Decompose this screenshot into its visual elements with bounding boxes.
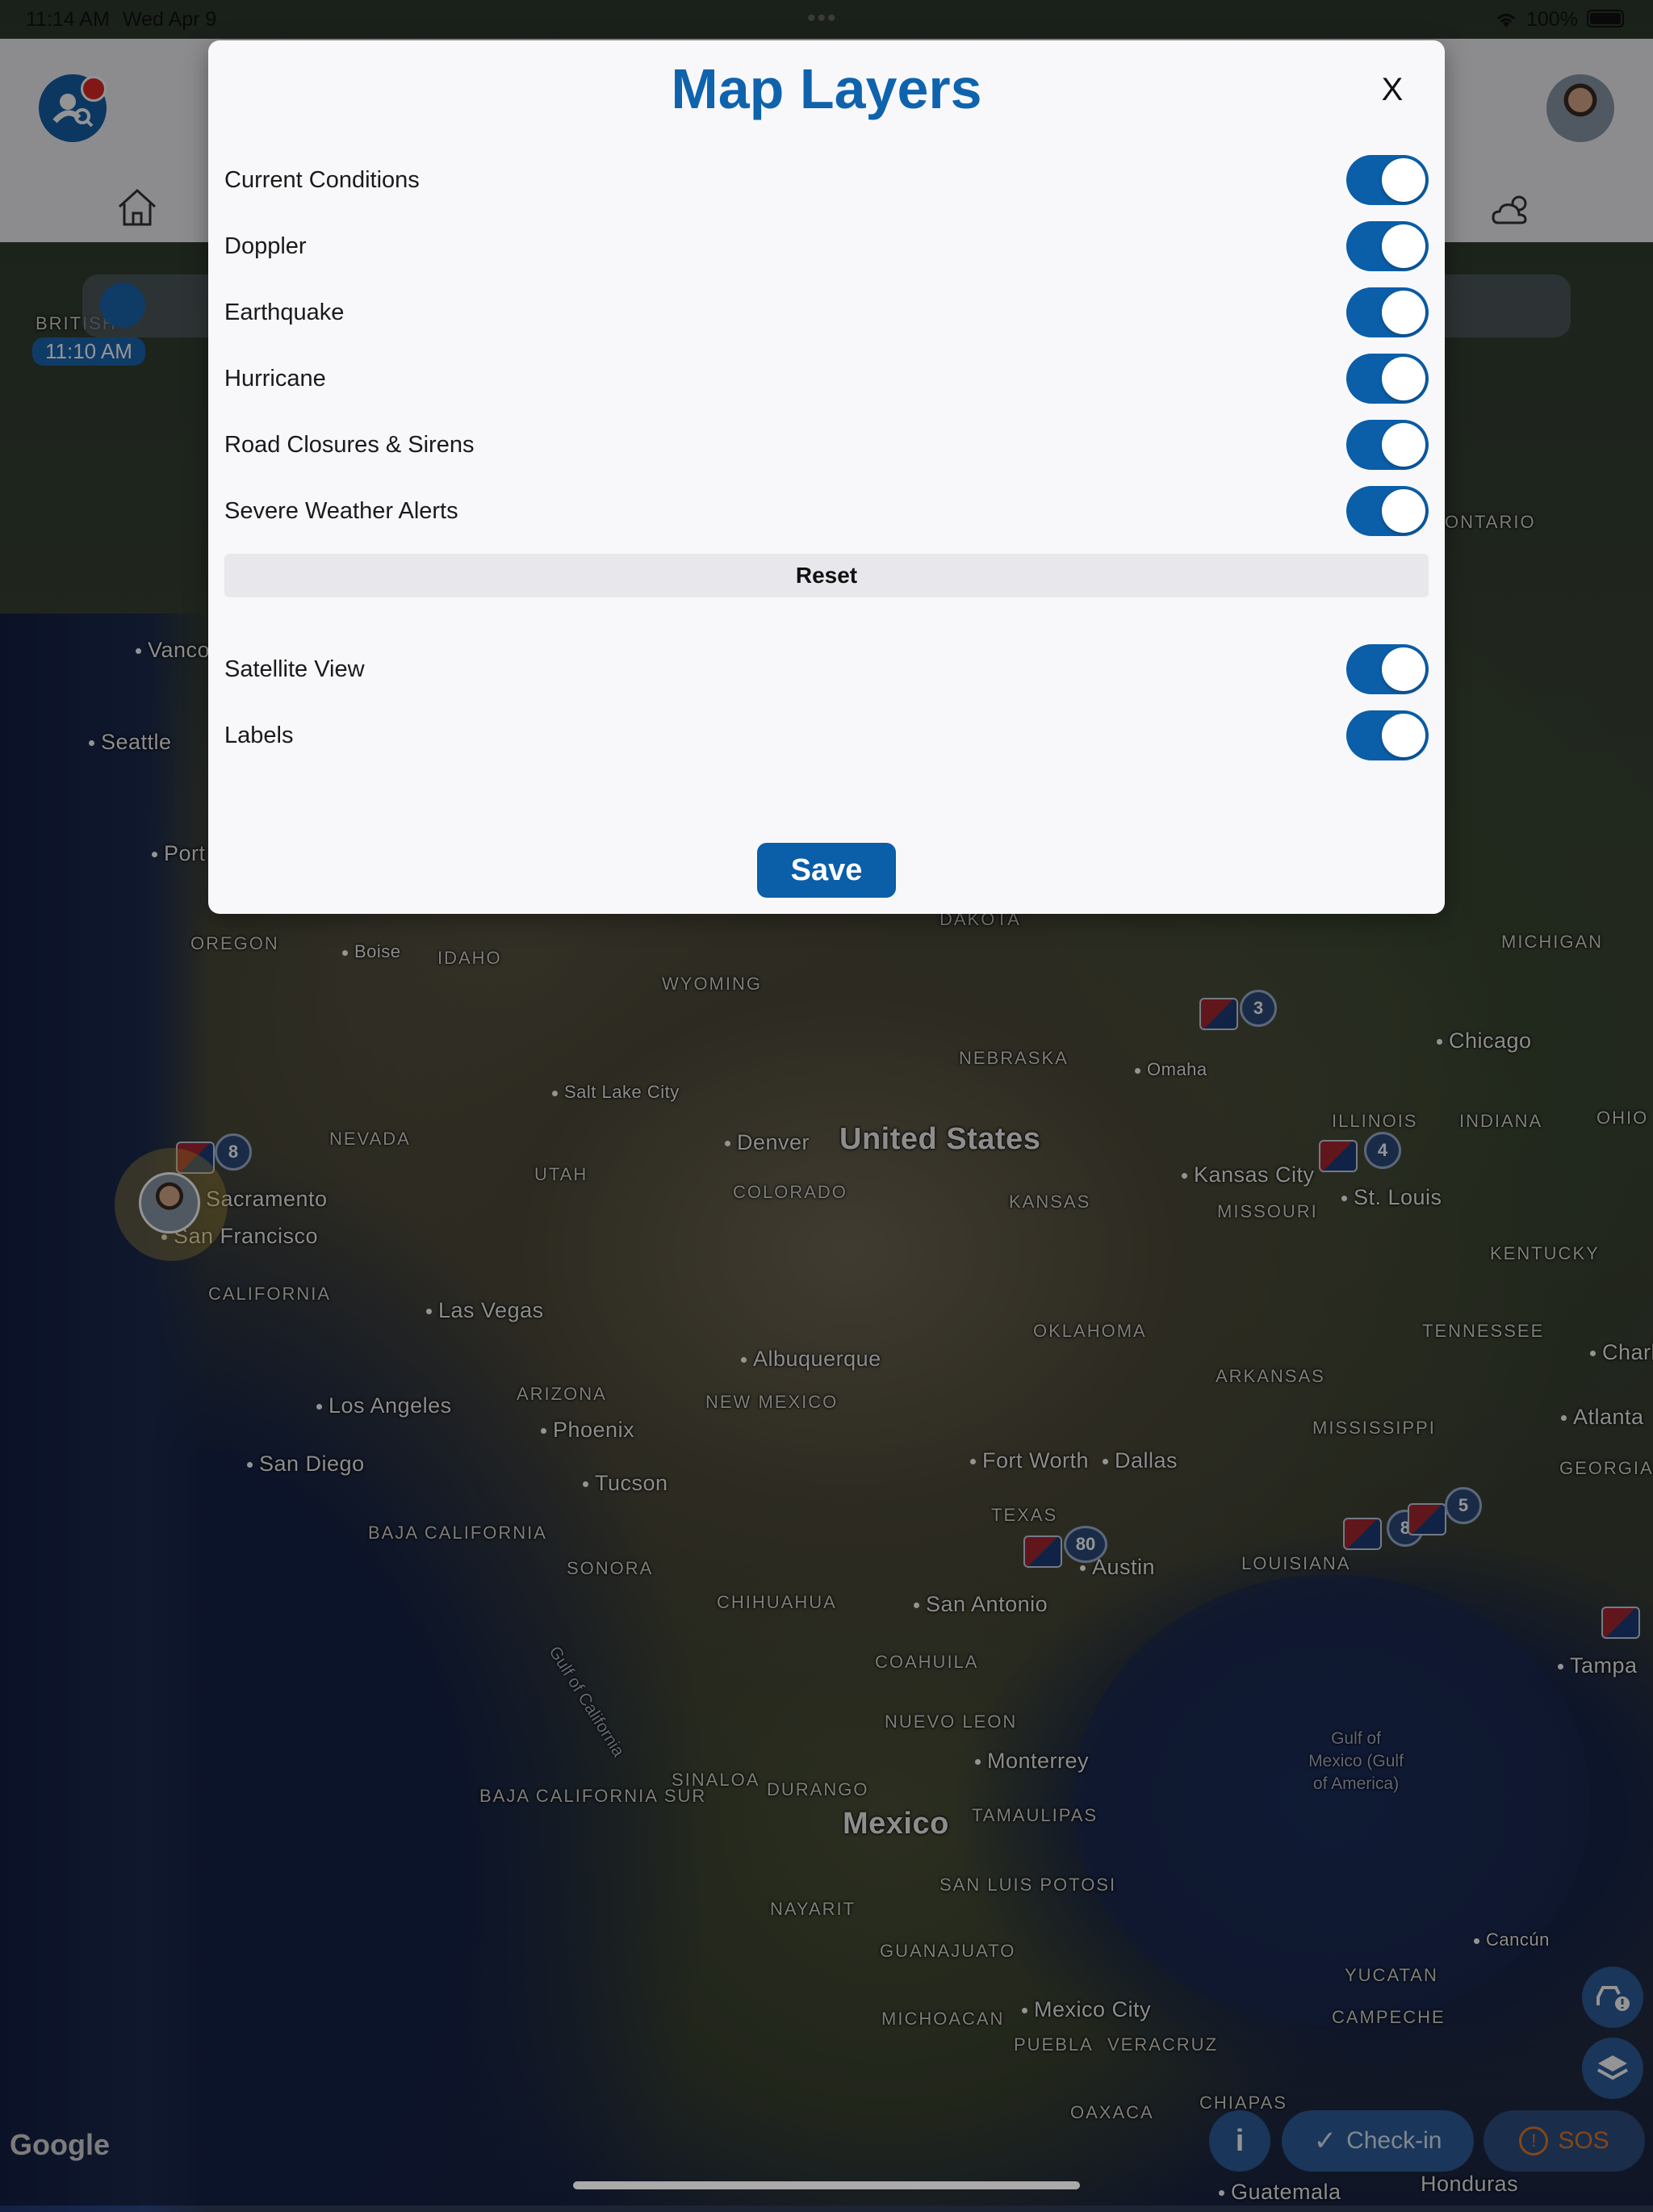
earthquake-toggle[interactable] xyxy=(1346,287,1429,337)
labels-toggle[interactable] xyxy=(1346,710,1429,760)
toggle-knob xyxy=(1382,158,1425,202)
close-button[interactable]: X xyxy=(1372,69,1412,110)
layer-row-doppler: Doppler xyxy=(224,218,1429,274)
layer-label: Earthquake xyxy=(224,299,345,325)
layer-label: Doppler xyxy=(224,233,307,259)
map-layers-modal: Map Layers X Current Conditions Doppler … xyxy=(208,40,1445,914)
toggle-knob xyxy=(1382,647,1425,691)
satellite-view-toggle[interactable] xyxy=(1346,644,1429,694)
layer-label: Hurricane xyxy=(224,365,326,392)
layer-label: Current Conditions xyxy=(224,166,420,193)
layer-label: Labels xyxy=(224,722,294,748)
layer-row-satellite: Satellite View xyxy=(224,641,1429,698)
layer-row-severe-weather: Severe Weather Alerts xyxy=(224,483,1429,539)
road-closures-toggle[interactable] xyxy=(1346,420,1429,470)
layer-label: Satellite View xyxy=(224,656,365,682)
home-indicator[interactable] xyxy=(573,2181,1080,2189)
save-button[interactable]: Save xyxy=(757,843,896,898)
toggle-knob xyxy=(1382,714,1425,757)
layer-row-road-closures: Road Closures & Sirens xyxy=(224,417,1429,473)
hurricane-toggle[interactable] xyxy=(1346,354,1429,404)
toggle-knob xyxy=(1382,291,1425,334)
layer-label: Road Closures & Sirens xyxy=(224,431,475,458)
current-conditions-toggle[interactable] xyxy=(1346,155,1429,205)
layer-row-earthquake: Earthquake xyxy=(224,284,1429,341)
reset-button[interactable]: Reset xyxy=(224,554,1429,597)
toggle-knob xyxy=(1382,357,1425,400)
layer-row-current-conditions: Current Conditions xyxy=(224,152,1429,208)
severe-weather-toggle[interactable] xyxy=(1346,486,1429,536)
layer-row-hurricane: Hurricane xyxy=(224,350,1429,407)
toggle-knob xyxy=(1382,489,1425,533)
doppler-toggle[interactable] xyxy=(1346,221,1429,271)
modal-title: Map Layers xyxy=(671,57,982,120)
layer-label: Severe Weather Alerts xyxy=(224,497,458,524)
toggle-knob xyxy=(1382,224,1425,268)
toggle-knob xyxy=(1382,423,1425,467)
layer-row-labels: Labels xyxy=(224,707,1429,764)
